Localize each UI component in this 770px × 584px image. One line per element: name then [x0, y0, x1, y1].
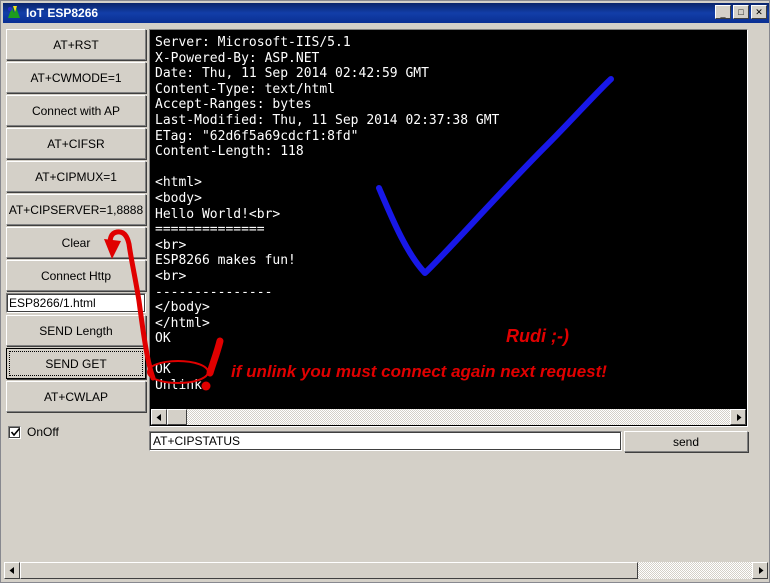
- terminal-line: <html>: [155, 175, 202, 191]
- annotation-signature-text: Rudi ;-): [506, 326, 569, 346]
- terminal-line: Hello World!<br>: [155, 206, 281, 222]
- right-arrow-icon: [736, 413, 741, 421]
- send-get-button[interactable]: SEND GET: [6, 348, 146, 379]
- scroll-thumb[interactable]: [167, 409, 187, 425]
- terminal-line: Content-Length: 118: [155, 144, 304, 160]
- at-cwlap-button[interactable]: AT+CWLAP: [6, 381, 146, 412]
- terminal-output[interactable]: Server: Microsoft-IIS/5.1 X-Powered-By: A…: [151, 31, 746, 411]
- terminal-horizontal-scrollbar[interactable]: [151, 409, 746, 425]
- at-cwmode-button[interactable]: AT+CWMODE=1: [6, 62, 146, 93]
- onoff-checkbox-row[interactable]: OnOff: [8, 425, 59, 439]
- terminal-line: ==============: [155, 222, 265, 238]
- at-cipserver-button[interactable]: AT+CIPSERVER=1,8888: [6, 194, 146, 225]
- scroll-right-button[interactable]: [730, 409, 746, 425]
- terminal-line: ESP8266 makes fun!: [155, 253, 296, 269]
- send-length-button[interactable]: SEND Length: [6, 315, 146, 346]
- button-label: Clear: [61, 235, 91, 250]
- terminal-line: Last-Modified: Thu, 11 Sep 2014 02:37:38…: [155, 112, 500, 128]
- send-button-label: send: [672, 434, 700, 449]
- at-cipmux-button[interactable]: AT+CIPMUX=1: [6, 161, 146, 192]
- maximize-button[interactable]: □: [733, 5, 749, 19]
- button-label: SEND GET: [9, 351, 143, 376]
- button-label: SEND Length: [39, 323, 113, 338]
- window-scroll-right-button[interactable]: [752, 562, 768, 579]
- connect-http-button[interactable]: Connect Http: [6, 260, 146, 291]
- button-label: AT+CWMODE=1: [30, 70, 122, 85]
- close-button[interactable]: ✕: [751, 5, 767, 19]
- terminal-line: <body>: [155, 190, 202, 206]
- scroll-track[interactable]: [187, 409, 730, 425]
- window-title: IoT ESP8266: [26, 6, 99, 20]
- terminal-line: Date: Thu, 11 Sep 2014 02:42:59 GMT: [155, 66, 429, 82]
- title-bar[interactable]: IoT ESP8266 _ □ ✕: [3, 3, 769, 23]
- window-controls: _ □ ✕: [715, 5, 767, 19]
- onoff-checkbox[interactable]: [8, 425, 21, 439]
- terminal-line: <br>: [155, 268, 187, 284]
- clear-button[interactable]: Clear: [6, 227, 146, 258]
- left-arrow-icon: [9, 567, 14, 574]
- maximize-icon: □: [738, 7, 744, 17]
- button-label: AT+CIPSERVER=1,8888: [8, 202, 144, 217]
- close-icon: ✕: [755, 7, 763, 17]
- window-scroll-track[interactable]: [638, 562, 752, 579]
- terminal-line: OK: [155, 331, 171, 347]
- terminal-line: </html>: [155, 315, 210, 331]
- window-horizontal-scrollbar[interactable]: [4, 562, 768, 579]
- terminal-line: ---------------: [155, 284, 273, 300]
- minimize-icon: _: [720, 8, 726, 18]
- terminal-line: </body>: [155, 300, 210, 316]
- onoff-label: OnOff: [27, 425, 59, 439]
- terminal-line: Accept-Ranges: bytes: [155, 97, 312, 113]
- right-arrow-icon: [758, 567, 763, 574]
- terminal-line: Content-Type: text/html: [155, 81, 336, 97]
- terminal-line: <br>: [155, 237, 187, 253]
- connect-with-ap-button[interactable]: Connect with AP: [6, 95, 146, 126]
- minimize-button[interactable]: _: [715, 5, 731, 19]
- terminal-line: Server: Microsoft-IIS/5.1: [155, 35, 351, 50]
- window-scroll-left-button[interactable]: [4, 562, 20, 579]
- scroll-left-button[interactable]: [151, 409, 167, 425]
- at-cifsr-button[interactable]: AT+CIFSR: [6, 128, 146, 159]
- terminal-line: X-Powered-By: ASP.NET: [155, 50, 320, 66]
- command-input[interactable]: AT+CIPSTATUS: [149, 431, 622, 451]
- button-label: AT+RST: [53, 37, 99, 52]
- window-scroll-thumb[interactable]: [20, 562, 638, 579]
- url-input[interactable]: ESP8266/1.html: [6, 293, 146, 313]
- button-label: AT+CIPMUX=1: [35, 169, 117, 184]
- terminal-line: ETag: "62d6f5a69cdcf1:8fd": [155, 128, 359, 144]
- left-arrow-icon: [156, 413, 161, 421]
- button-label: Connect with AP: [31, 103, 121, 118]
- app-icon: [6, 5, 22, 21]
- button-label: AT+CIFSR: [47, 136, 105, 151]
- at-rst-button[interactable]: AT+RST: [6, 29, 146, 60]
- application-window: IoT ESP8266 _ □ ✕ AT+RST AT+CWMODE=1 Con…: [0, 0, 770, 583]
- button-label: AT+CWLAP: [43, 389, 109, 404]
- send-button[interactable]: send: [624, 431, 748, 452]
- check-icon: [10, 427, 21, 436]
- button-label: Connect Http: [40, 268, 112, 283]
- annotation-note-text: if unlink you must connect again next re…: [231, 362, 607, 381]
- command-button-column: AT+RST AT+CWMODE=1 Connect with AP AT+CI…: [6, 29, 146, 414]
